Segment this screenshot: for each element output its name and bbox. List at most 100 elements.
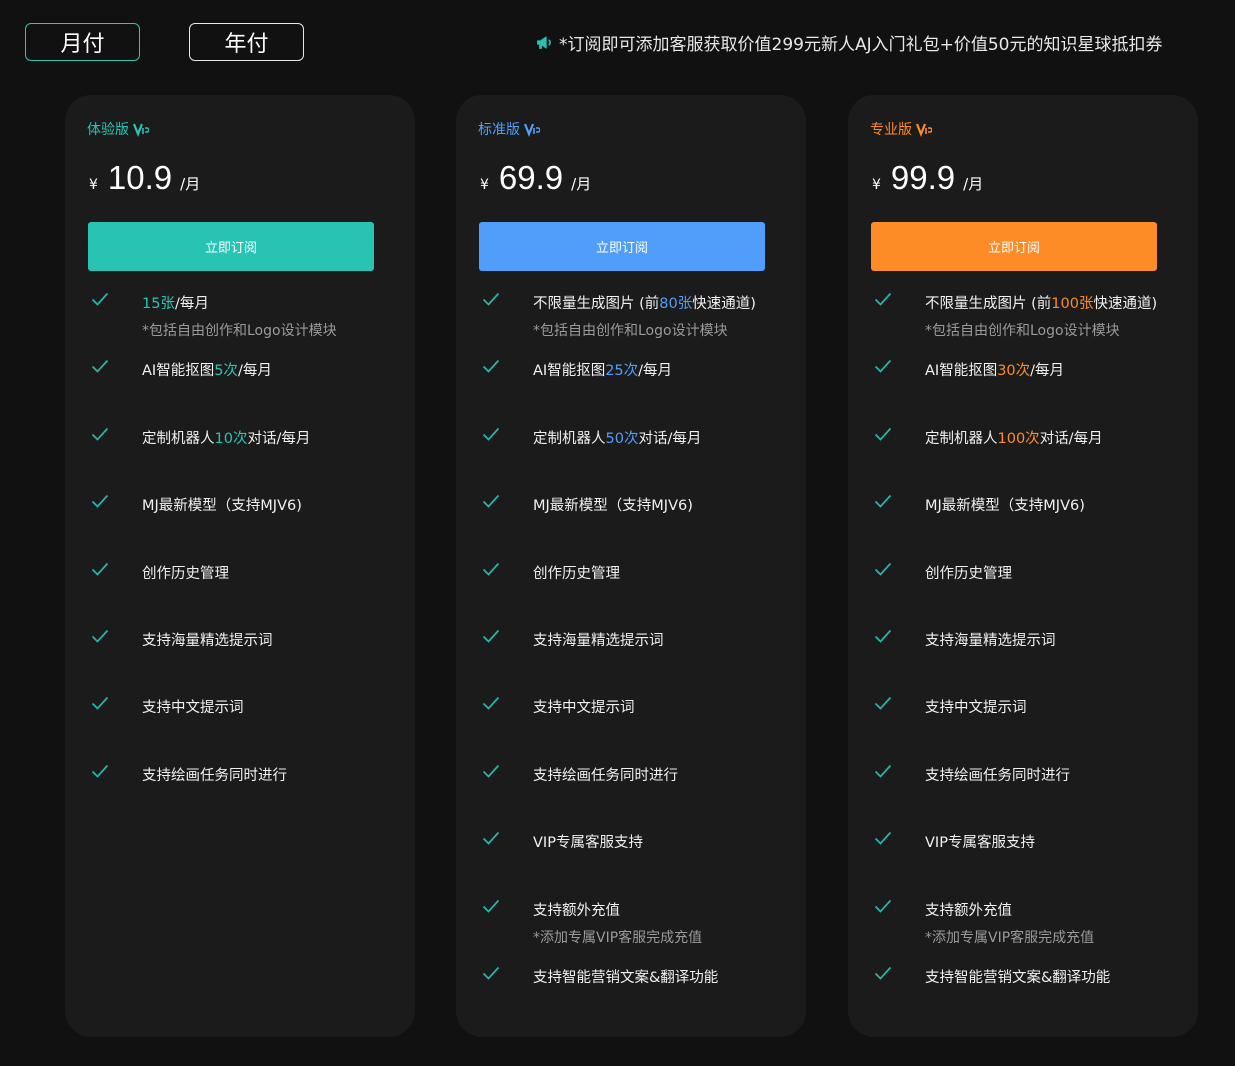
feature-text-part: 支持绘画任务同时进行 xyxy=(533,768,678,784)
feature-note: *包括自由创作和Logo设计模块 xyxy=(142,323,337,339)
feature-highlight: 100张 xyxy=(1051,296,1094,312)
feature-text-part: 支持绘画任务同时进行 xyxy=(142,768,287,784)
check-icon xyxy=(91,696,109,710)
feature-text-part: 定制机器人 xyxy=(533,431,606,447)
feature-highlight: 15张 xyxy=(142,296,175,312)
check-icon xyxy=(874,292,892,306)
feature-text: 支持智能营销文案&翻译功能 xyxy=(925,966,1110,987)
feature-text-part: 创作历史管理 xyxy=(533,566,620,582)
feature-text: MJ最新模型（支持MJV6) xyxy=(533,494,693,515)
subscribe-button[interactable]: 立即订阅 xyxy=(88,222,374,271)
feature-text: 定制机器人10次对话/每月 xyxy=(142,427,310,448)
feature-text-part: 创作历史管理 xyxy=(142,566,229,582)
feature-text-part: 快速通道) xyxy=(1093,296,1158,312)
feature-text-part: 支持额外充值 xyxy=(925,903,1012,919)
feature-text: 创作历史管理 xyxy=(925,562,1012,583)
check-icon xyxy=(482,899,500,913)
feature-text-part: 快速通道) xyxy=(692,296,756,312)
check-icon xyxy=(874,831,892,845)
check-icon xyxy=(874,966,892,980)
feature-text-part: MJ最新模型（支持MJV6) xyxy=(925,498,1085,514)
feature-highlight: 25次 xyxy=(605,363,639,379)
feature-text: 支持智能营销文案&翻译功能 xyxy=(533,966,718,987)
check-icon xyxy=(482,562,500,576)
feature-text: 不限量生成图片 (前100张快速通道) xyxy=(925,292,1157,313)
check-icon xyxy=(91,427,109,441)
feature-text-part: 支持智能营销文案&翻译功能 xyxy=(925,970,1111,986)
check-icon xyxy=(482,966,500,980)
check-icon xyxy=(91,292,109,306)
check-icon xyxy=(482,494,500,508)
vip-icon xyxy=(916,123,932,137)
feature-text-part: MJ最新模型（支持MJV6) xyxy=(533,498,693,514)
feature-text: 支持中文提示词 xyxy=(533,696,635,717)
feature-text-part: 支持海量精选提示词 xyxy=(925,633,1056,649)
check-icon xyxy=(874,494,892,508)
check-icon xyxy=(874,764,892,778)
plan-price: ¥ 99.9 /月 xyxy=(872,159,983,197)
feature-text: 支持中文提示词 xyxy=(142,696,244,717)
check-icon xyxy=(91,629,109,643)
price-period: /月 xyxy=(180,175,201,193)
price-amount: 10.9 xyxy=(107,159,173,196)
feature-text: 支持海量精选提示词 xyxy=(925,629,1056,650)
plan-tier: 专业版 xyxy=(870,119,932,139)
feature-text-part: 支持智能营销文案&翻译功能 xyxy=(533,970,719,986)
check-icon xyxy=(482,359,500,373)
currency-symbol: ¥ xyxy=(872,177,881,193)
plan-card-pro: 专业版 ¥ 99.9 /月 立即订阅 不限量生成图片 (前100张快速通道) *包… xyxy=(848,95,1198,1037)
feature-highlight: 100次 xyxy=(997,431,1040,447)
check-icon xyxy=(874,899,892,913)
feature-text-part: 支持中文提示词 xyxy=(533,700,635,716)
plan-tier-label: 标准版 xyxy=(478,122,520,138)
feature-text: 支持额外充值 xyxy=(533,899,620,920)
check-icon xyxy=(482,629,500,643)
vip-icon xyxy=(133,123,149,137)
feature-text-part: 不限量生成图片 (前 xyxy=(533,296,660,312)
plan-price: ¥ 10.9 /月 xyxy=(89,159,200,197)
check-icon xyxy=(482,696,500,710)
check-icon xyxy=(874,359,892,373)
plan-card-trial: 体验版 ¥ 10.9 /月 立即订阅 15张/每月 *包括自由创作和Logo设计模… xyxy=(65,95,415,1037)
feature-text: 15张/每月 xyxy=(142,292,209,313)
check-icon xyxy=(91,359,109,373)
feature-text-part: 支持中文提示词 xyxy=(925,700,1027,716)
feature-highlight: 80张 xyxy=(659,296,693,312)
feature-text-part: VIP专属客服支持 xyxy=(533,835,643,851)
feature-text-part: /每月 xyxy=(638,363,673,379)
feature-text-part: 不限量生成图片 (前 xyxy=(925,296,1052,312)
feature-text: 不限量生成图片 (前80张快速通道) xyxy=(533,292,756,313)
tab-monthly[interactable]: 月付 xyxy=(25,23,140,61)
feature-text-part: 对话/每月 xyxy=(247,431,311,447)
price-amount: 99.9 xyxy=(890,159,956,196)
feature-note: *包括自由创作和Logo设计模块 xyxy=(925,323,1120,339)
feature-text-part: 定制机器人 xyxy=(142,431,215,447)
feature-text: AI智能抠图30次/每月 xyxy=(925,359,1064,380)
feature-text-part: 支持海量精选提示词 xyxy=(533,633,664,649)
check-icon xyxy=(874,629,892,643)
promo-notice-text: *订阅即可添加客服获取价值299元新人AJ入门礼包+价值50元的知识星球抵扣券 xyxy=(559,35,1163,55)
feature-highlight: 50次 xyxy=(605,431,639,447)
feature-text-part: AI智能抠图 xyxy=(533,363,606,379)
vip-icon xyxy=(524,123,540,137)
feature-highlight: 10次 xyxy=(214,431,248,447)
feature-text-part: MJ最新模型（支持MJV6) xyxy=(142,498,302,514)
feature-text: MJ最新模型（支持MJV6) xyxy=(925,494,1085,515)
feature-note: *添加专属VIP客服完成充值 xyxy=(533,930,703,946)
feature-text: VIP专属客服支持 xyxy=(533,831,643,852)
subscribe-button[interactable]: 立即订阅 xyxy=(479,222,765,271)
check-icon xyxy=(874,562,892,576)
check-icon xyxy=(482,292,500,306)
feature-text: MJ最新模型（支持MJV6) xyxy=(142,494,302,515)
feature-text: 支持中文提示词 xyxy=(925,696,1027,717)
feature-text: 创作历史管理 xyxy=(142,562,229,583)
tab-yearly[interactable]: 年付 xyxy=(189,23,304,61)
price-period: /月 xyxy=(571,175,592,193)
plan-card-standard: 标准版 ¥ 69.9 /月 立即订阅 不限量生成图片 (前80张快速通道) *包括… xyxy=(456,95,806,1037)
feature-text: AI智能抠图5次/每月 xyxy=(142,359,272,380)
promo-notice: *订阅即可添加客服获取价值299元新人AJ入门礼包+价值50元的知识星球抵扣券 xyxy=(536,30,1162,55)
feature-text-part: 支持中文提示词 xyxy=(142,700,244,716)
feature-text-part: AI智能抠图 xyxy=(142,363,215,379)
feature-text-part: 支持海量精选提示词 xyxy=(142,633,273,649)
subscribe-button[interactable]: 立即订阅 xyxy=(871,222,1157,271)
